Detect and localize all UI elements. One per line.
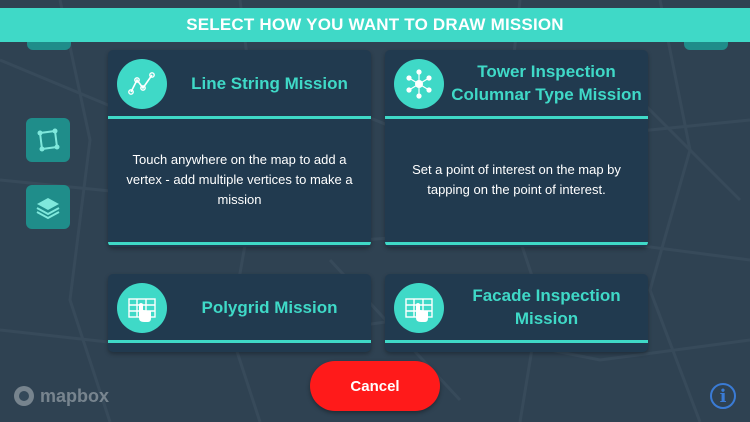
grid-touch-icon [394, 283, 444, 333]
layers-icon [36, 198, 60, 220]
card-header: Line String Mission [108, 50, 371, 116]
draw-polygon-button[interactable] [26, 118, 70, 162]
divider [108, 242, 371, 245]
divider [385, 116, 648, 119]
tower-network-icon [394, 59, 444, 109]
polygrid-mission-card[interactable]: Polygrid Mission [108, 274, 371, 352]
grid-touch-icon [117, 283, 167, 333]
info-button[interactable]: i [710, 383, 736, 409]
card-title: Facade Inspection Mission [472, 286, 621, 328]
card-header: Tower Inspection Columnar Type Mission [385, 50, 648, 116]
cancel-button[interactable]: Cancel [310, 361, 440, 411]
card-title: Line String Mission [191, 73, 348, 93]
card-description: Touch anywhere on the map to add a verte… [126, 151, 353, 207]
dialog-title: SELECT HOW YOU WANT TO DRAW MISSION [0, 8, 750, 42]
card-header: Polygrid Mission [108, 274, 371, 340]
card-title: Tower Inspection Columnar Type Mission [451, 62, 642, 104]
divider [385, 340, 648, 343]
mapbox-icon [14, 386, 34, 406]
tower-inspection-mission-card[interactable]: Tower Inspection Columnar Type Mission S… [385, 50, 648, 247]
divider [108, 340, 371, 343]
card-title: Polygrid Mission [201, 297, 338, 317]
polygon-icon [37, 128, 60, 152]
line-string-icon [117, 59, 167, 109]
attribution-text: mapbox [40, 385, 110, 406]
line-string-mission-card[interactable]: Line String Mission Touch anywhere on th… [108, 50, 371, 247]
card-header: Facade Inspection Mission [385, 274, 648, 340]
facade-inspection-mission-card[interactable]: Facade Inspection Mission [385, 274, 648, 352]
mapbox-logo[interactable]: mapbox [12, 384, 109, 408]
divider [385, 242, 648, 245]
divider [108, 116, 371, 119]
layers-button[interactable] [26, 185, 70, 229]
card-description: Set a point of interest on the map by ta… [412, 161, 621, 197]
